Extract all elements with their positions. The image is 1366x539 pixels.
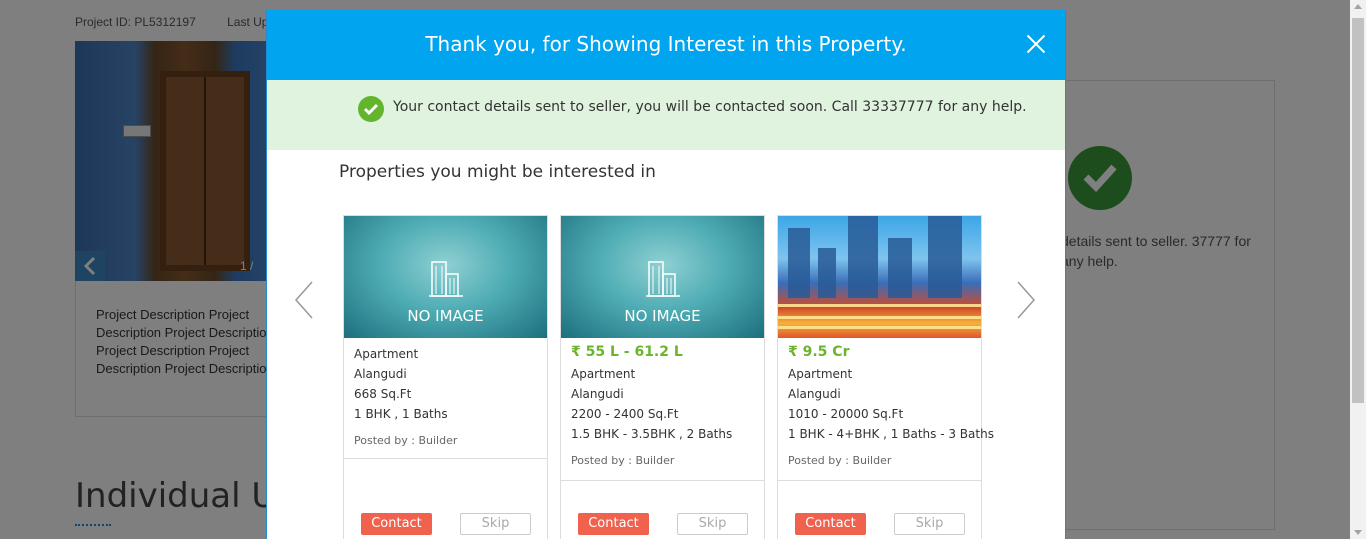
card-details: ₹ 55 L - 61.2 L Apartment Alangudi 2200 … xyxy=(561,338,764,467)
property-type: Apartment xyxy=(354,347,419,361)
carousel-prev-button[interactable] xyxy=(293,280,315,320)
property-card[interactable]: ₹ 9.5 Cr Apartment Alangudi 1010 - 20000… xyxy=(777,215,994,539)
posted-by: Posted by : Builder xyxy=(354,434,458,447)
no-image-label: NO IMAGE xyxy=(407,307,484,325)
chevron-left-icon xyxy=(294,281,313,319)
property-price: ₹ 9.5 Cr xyxy=(788,344,850,360)
image-detail xyxy=(788,228,810,298)
building-icon xyxy=(429,261,463,297)
property-config: 1.5 BHK - 3.5BHK , 2 Baths xyxy=(571,427,733,441)
property-location: Alangudi xyxy=(788,387,841,401)
modal-header: Thank you, for Showing Interest in this … xyxy=(267,10,1065,80)
scroll-down-arrow[interactable] xyxy=(1354,530,1362,535)
building-icon xyxy=(646,261,680,297)
card-details: Apartment Alangudi 668 Sq.Ft 1 BHK , 1 B… xyxy=(344,338,547,447)
skip-button[interactable]: Skip xyxy=(894,513,965,535)
card-details: ₹ 9.5 Cr Apartment Alangudi 1010 - 20000… xyxy=(778,338,994,467)
scrollbar-thumb[interactable] xyxy=(1352,18,1364,403)
suggestions-title: Properties you might be interested in xyxy=(339,162,656,182)
carousel-next-button[interactable] xyxy=(1015,280,1037,320)
skip-button[interactable]: Skip xyxy=(460,513,531,535)
no-image-label: NO IMAGE xyxy=(624,307,701,325)
property-config: 1 BHK - 4+BHK , 1 Baths - 3 Baths xyxy=(788,427,994,441)
image-detail xyxy=(928,216,962,298)
contact-button[interactable]: Contact xyxy=(578,513,649,535)
image-detail xyxy=(778,316,981,319)
close-icon[interactable] xyxy=(1025,34,1047,56)
success-message: Your contact details sent to seller, you… xyxy=(393,99,1027,115)
property-type: Apartment xyxy=(788,367,853,381)
property-location: Alangudi xyxy=(354,367,407,381)
property-price: ₹ 55 L - 61.2 L xyxy=(571,344,683,360)
skip-button[interactable]: Skip xyxy=(677,513,748,535)
image-detail xyxy=(778,326,981,329)
success-message-bar: Your contact details sent to seller, you… xyxy=(267,80,1065,150)
property-image[interactable]: NO IMAGE xyxy=(344,216,547,338)
property-type: Apartment xyxy=(571,367,636,381)
contact-button[interactable]: Contact xyxy=(795,513,866,535)
property-config: 1 BHK , 1 Baths xyxy=(354,407,448,421)
property-card[interactable]: NO IMAGE ₹ 55 L - 61.2 L Apartment Alang… xyxy=(560,215,765,539)
property-location: Alangudi xyxy=(571,387,624,401)
image-detail xyxy=(888,238,912,298)
chevron-right-icon xyxy=(1017,281,1036,319)
property-image[interactable] xyxy=(778,216,981,338)
image-detail xyxy=(848,216,878,298)
property-area: 1010 - 20000 Sq.Ft xyxy=(788,407,904,421)
interest-modal: Thank you, for Showing Interest in this … xyxy=(266,10,1066,539)
posted-by: Posted by : Builder xyxy=(571,454,675,467)
property-area: 2200 - 2400 Sq.Ft xyxy=(571,407,679,421)
posted-by: Posted by : Builder xyxy=(788,454,892,467)
contact-button[interactable]: Contact xyxy=(361,513,432,535)
card-divider xyxy=(344,458,547,459)
modal-title: Thank you, for Showing Interest in this … xyxy=(425,32,907,56)
property-card[interactable]: NO IMAGE Apartment Alangudi 668 Sq.Ft 1 … xyxy=(343,215,548,539)
card-divider xyxy=(778,480,981,481)
page-scrollbar[interactable] xyxy=(1350,0,1366,539)
property-image[interactable]: NO IMAGE xyxy=(561,216,764,338)
check-circle-icon xyxy=(358,96,384,122)
property-area: 668 Sq.Ft xyxy=(354,387,412,401)
scroll-up-arrow[interactable] xyxy=(1354,4,1362,9)
image-detail xyxy=(818,248,836,298)
image-detail xyxy=(778,304,981,307)
card-divider xyxy=(561,480,764,481)
